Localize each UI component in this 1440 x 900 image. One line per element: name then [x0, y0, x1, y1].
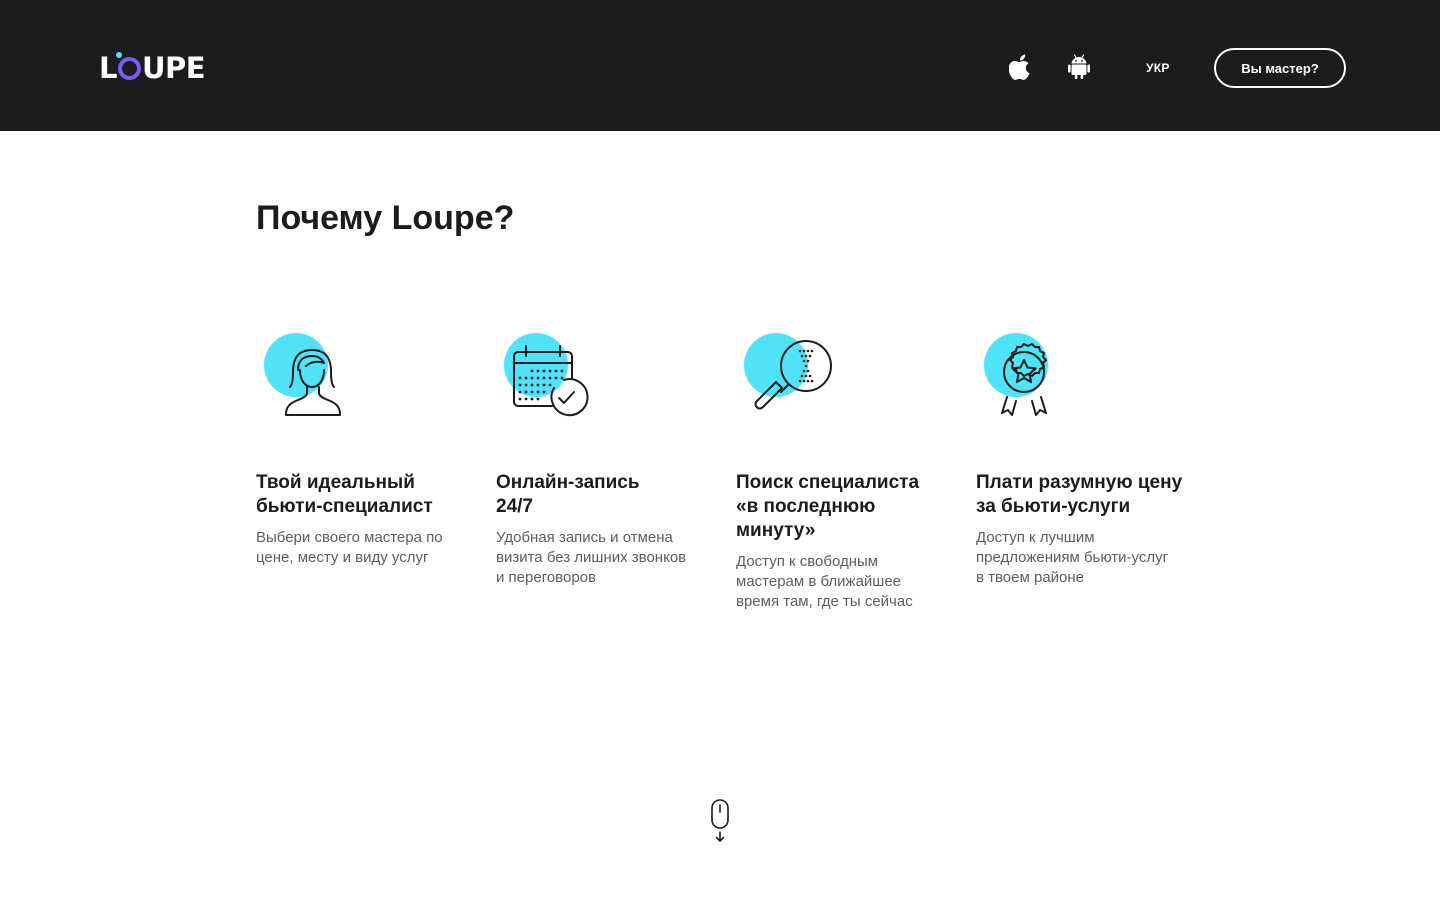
feature-title: Плати разумную цену за бьюти-услуги [976, 472, 1183, 517]
feature-card: Твой идеальный бьюти-специалист Выбери с… [256, 330, 476, 568]
feature-description: Выбери своего мастера по цене, месту и в… [256, 529, 443, 566]
logo-wordmark: L UPE [99, 51, 206, 85]
feature-description: Доступ к свободным мастерам в ближайшее … [736, 553, 913, 610]
feature-card: Поиск специалиста «в последнюю минуту» Д… [736, 330, 956, 612]
android-icon[interactable] [1067, 54, 1091, 80]
page-title: Почему Loupe? [256, 199, 515, 237]
award-star-icon [976, 330, 1076, 420]
feature-title: Поиск специалиста «в последнюю минуту» [736, 472, 920, 541]
calendar-check-icon [496, 330, 596, 420]
language-switch[interactable]: УКР [1146, 60, 1170, 76]
loupe-logo[interactable]: L UPE [99, 51, 206, 85]
scroll-down-mouse-icon[interactable] [709, 797, 731, 845]
site-header: L UPE УКР Вы мастер? [0, 0, 1440, 131]
feature-card: Плати разумную цену за бьюти-услуги Дост… [976, 330, 1196, 588]
feature-description: Удобная запись и отмена визита без лишни… [496, 529, 687, 586]
feature-title: Онлайн-запись 24/7 [496, 472, 640, 517]
magnifier-hourglass-icon [736, 330, 836, 420]
feature-title: Твой идеальный бьюти-специалист [256, 472, 433, 517]
logo-o-icon [115, 51, 141, 80]
apple-icon[interactable] [1008, 54, 1033, 80]
feature-description: Доступ к лучшим предложениям бьюти-услуг… [976, 529, 1169, 586]
are-you-master-button[interactable]: Вы мастер? [1214, 48, 1346, 88]
feature-card: Онлайн-запись 24/7 Удобная запись и отме… [496, 330, 716, 588]
woman-icon [256, 330, 356, 420]
